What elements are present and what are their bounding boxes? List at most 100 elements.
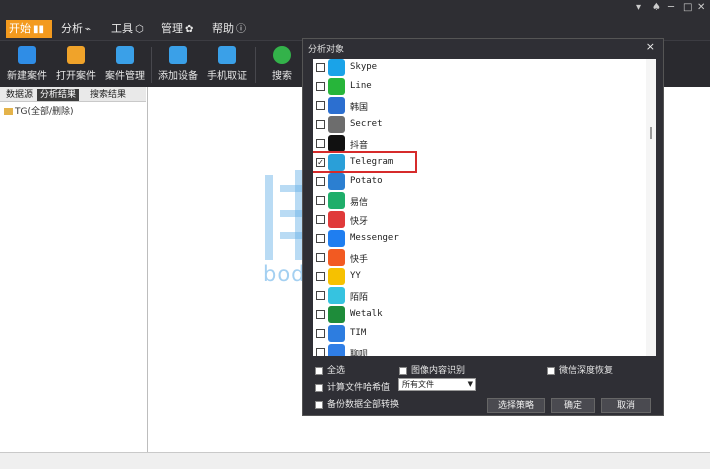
menu-analyze[interactable]: 分析 ⌁ (61, 20, 91, 38)
app-name: 抖音 (350, 141, 369, 151)
dropdown-icon[interactable]: ▾ (636, 2, 641, 13)
menu-start-label: 开始 (9, 22, 31, 35)
tab-search-result[interactable]: 搜索结果 (87, 89, 129, 101)
chart-icon: ▮▮ (33, 24, 45, 35)
ok-button[interactable]: 确定 (551, 398, 595, 413)
list-item[interactable]: 快手 (313, 248, 643, 267)
maximize-icon[interactable]: □ (683, 2, 692, 13)
list-item[interactable]: 聊呗 (313, 343, 643, 356)
hash-files-checkbox[interactable] (315, 383, 323, 392)
backup-convert-label: 备份数据全部转换 (327, 400, 400, 410)
scroll-thumb[interactable] (650, 127, 652, 139)
selection-highlight (313, 151, 417, 173)
skype-icon (328, 59, 345, 76)
app-checkbox[interactable] (316, 139, 325, 148)
select-all-checkbox[interactable] (315, 366, 323, 375)
select-all-label: 全选 (327, 366, 346, 376)
backup-convert-option[interactable]: 备份数据全部转换 (315, 397, 399, 410)
app-checkbox[interactable] (316, 215, 325, 224)
menu-help-label: 帮助 (212, 22, 234, 35)
open-case-label: 打开案件 (56, 71, 96, 82)
hash-files-option[interactable]: 计算文件哈希值 (315, 380, 390, 393)
case-manage-icon (116, 46, 134, 64)
tree-root-label: TG(全部/删除) (15, 107, 74, 117)
close-icon[interactable]: ✕ (697, 2, 705, 13)
phone-evidence-button[interactable]: 手机取证 (202, 43, 252, 82)
list-item[interactable]: 韩国 (313, 96, 643, 115)
backup-convert-checkbox[interactable] (315, 400, 323, 409)
tree-root-item[interactable]: TG(全部/删除) (4, 104, 74, 117)
line-icon (328, 78, 345, 95)
app-checkbox[interactable] (316, 310, 325, 319)
image-ocr-checkbox[interactable] (399, 366, 407, 375)
wetalk-icon (328, 306, 345, 323)
list-item[interactable]: Skype (313, 59, 643, 77)
list-scrollbar[interactable] (646, 59, 656, 356)
cancel-button[interactable]: 取消 (601, 398, 651, 413)
skin-icon[interactable]: ♠ (652, 2, 661, 13)
select-all-option[interactable]: 全选 (315, 363, 345, 376)
potato-icon (328, 173, 345, 190)
add-device-button[interactable]: 添加设备 (153, 43, 203, 82)
menu-manage[interactable]: 管理 ✿ (161, 20, 193, 38)
search-label: 搜索 (272, 71, 292, 82)
app-checkbox[interactable] (316, 348, 325, 356)
app-checkbox[interactable] (316, 177, 325, 186)
image-ocr-option[interactable]: 图像内容识别 (399, 363, 465, 376)
list-item[interactable]: Secret (313, 115, 643, 134)
app-checkbox[interactable] (316, 196, 325, 205)
list-item[interactable]: TIM (313, 324, 643, 343)
left-panel-tabs: 数据源 分析结果 搜索结果 (0, 87, 146, 102)
open-case-button[interactable]: 打开案件 (51, 43, 101, 82)
deep-recover-checkbox[interactable] (547, 366, 555, 375)
app-name: YY (350, 271, 361, 281)
menu-start[interactable]: 开始 ▮▮ (6, 20, 52, 38)
select-strategy-button[interactable]: 选择策略 (487, 398, 545, 413)
menu-help[interactable]: 帮助 ⓘ (212, 20, 246, 38)
list-item[interactable]: Line (313, 77, 643, 96)
app-checkbox[interactable] (316, 272, 325, 281)
list-item[interactable]: YY (313, 267, 643, 286)
phone-evidence-icon (218, 46, 236, 64)
hash-files-label: 计算文件哈希值 (327, 383, 391, 393)
menu-manage-label: 管理 (161, 22, 183, 35)
app-name: Messenger (350, 233, 399, 243)
menu-analyze-label: 分析 (61, 22, 83, 35)
app-checkbox[interactable] (316, 234, 325, 243)
add-device-label: 添加设备 (158, 71, 198, 82)
app-name: Line (350, 81, 372, 91)
list-item[interactable]: 易信 (313, 191, 643, 210)
list-item[interactable]: 陌陌 (313, 286, 643, 305)
file-type-select[interactable]: 所有文件 ▼ (398, 378, 476, 391)
search-button[interactable]: 搜索 (257, 43, 307, 82)
app-checkbox[interactable] (316, 120, 325, 129)
case-manage-button[interactable]: 案件管理 (100, 43, 150, 82)
search-icon (273, 46, 291, 64)
cube-icon: ⬡ (135, 24, 144, 35)
kuaiya-icon (328, 211, 345, 228)
app-checkbox[interactable] (316, 63, 325, 72)
app-checkbox[interactable] (316, 82, 325, 91)
tab-data-source[interactable]: 数据源 (3, 89, 36, 101)
new-case-button[interactable]: 新建案件 (2, 43, 52, 82)
close-icon[interactable]: × (646, 40, 655, 53)
menu-tools[interactable]: 工具 ⬡ (111, 20, 144, 38)
app-name: TIM (350, 328, 367, 338)
app-checkbox[interactable] (316, 253, 325, 262)
app-checkbox[interactable] (316, 101, 325, 110)
app-name: Wetalk (350, 309, 383, 319)
analysis-target-dialog: 分析对象 × Skype Line 韩国 Secret 抖音 ✓ Telegra… (302, 38, 664, 416)
left-panel: 数据源 分析结果 搜索结果 TG(全部/删除) (0, 87, 148, 452)
list-item[interactable]: Potato (313, 172, 643, 191)
app-checkbox[interactable] (316, 291, 325, 300)
deep-recover-option[interactable]: 微信深度恢复 (547, 363, 613, 376)
app-list[interactable]: Skype Line 韩国 Secret 抖音 ✓ Telegram Potat… (313, 59, 656, 356)
minimize-icon[interactable]: ─ (668, 2, 674, 13)
app-checkbox[interactable] (316, 329, 325, 338)
list-item[interactable]: 快牙 (313, 210, 643, 229)
yy-icon (328, 268, 345, 285)
tab-analysis-result[interactable]: 分析结果 (37, 89, 80, 101)
list-item[interactable]: Messenger (313, 229, 643, 248)
list-item[interactable]: Wetalk (313, 305, 643, 324)
app-name: 聊呗 (350, 350, 369, 356)
